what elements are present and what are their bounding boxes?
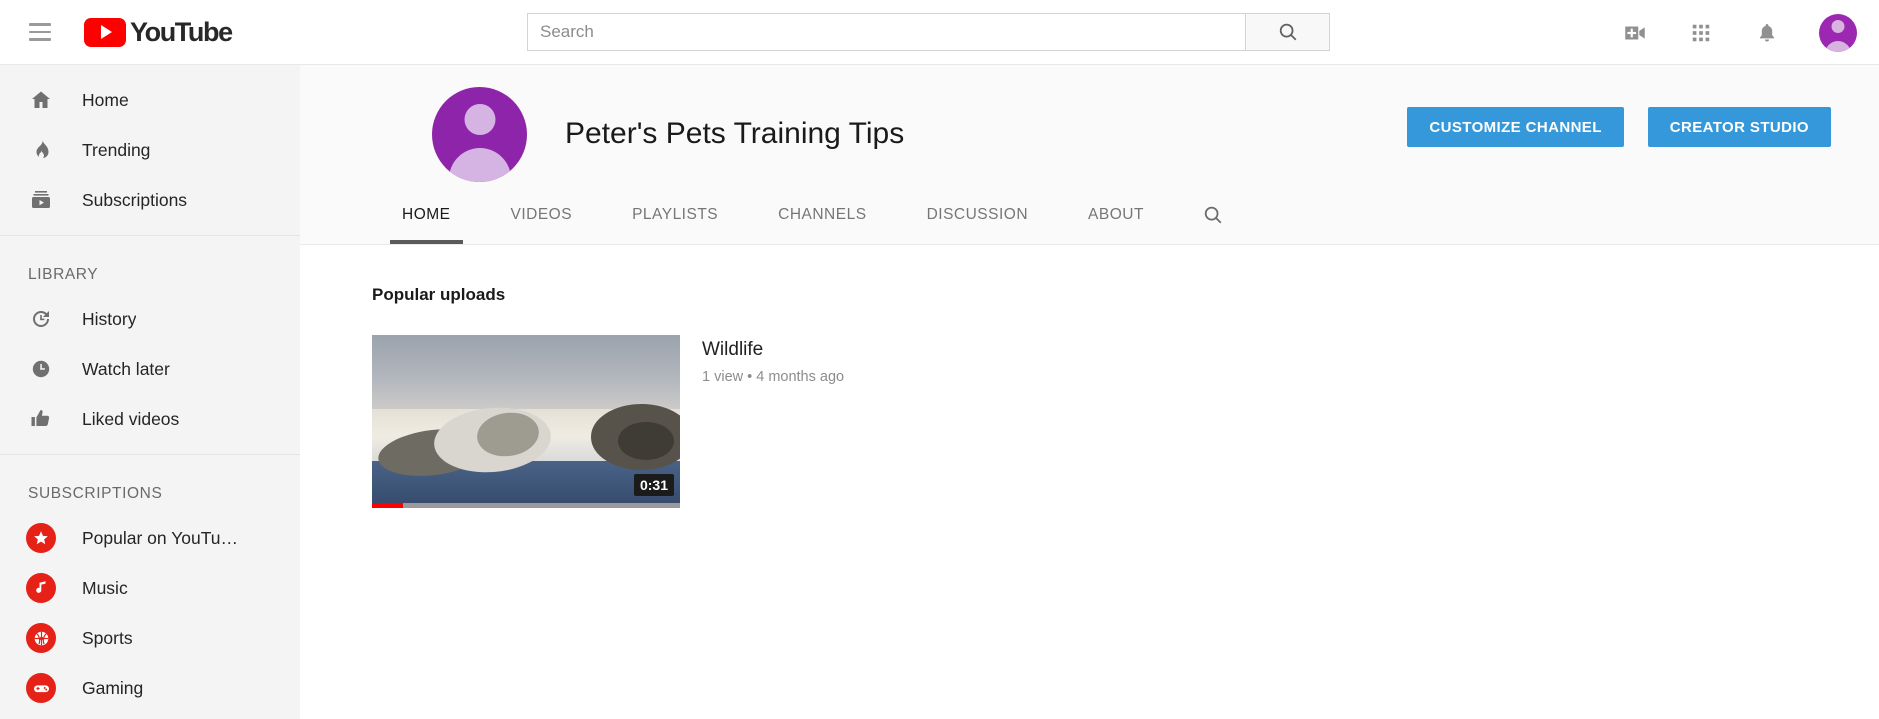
home-icon <box>28 88 54 112</box>
video-metadata: 1 view • 4 months ago <box>702 369 845 385</box>
sidebar-item-label: Gaming <box>82 677 144 698</box>
tab-channels[interactable]: CHANNELS <box>748 186 896 244</box>
sidebar-item-label: Trending <box>82 139 151 160</box>
tab-about[interactable]: ABOUT <box>1058 186 1174 244</box>
sidebar-item-label: Home <box>82 89 129 110</box>
music-note-icon <box>26 573 56 603</box>
basketball-icon <box>26 623 56 653</box>
tab-discussion[interactable]: DISCUSSION <box>897 186 1058 244</box>
thumbs-up-icon <box>28 407 54 431</box>
sidebar-item-subscriptions[interactable]: Subscriptions <box>0 175 300 225</box>
video-title[interactable]: Wildlife <box>702 339 844 361</box>
masthead: YouTube <box>0 0 1879 65</box>
video-list-item: 0:31 Wildlife 1 view • 4 months ago <box>372 335 1879 508</box>
watch-progress-track <box>372 503 680 508</box>
sidebar-item-popular-on-youtube[interactable]: Popular on YouTu… <box>0 513 300 563</box>
popular-uploads-shelf: Popular uploads 0:31 Wildlife 1 view • 4… <box>300 245 1879 508</box>
hamburger-menu-icon[interactable] <box>16 8 64 56</box>
sidebar-item-liked-videos[interactable]: Liked videos <box>0 394 300 444</box>
sidebar-item-music[interactable]: Music <box>0 563 300 613</box>
avatar-body <box>1825 40 1851 52</box>
search-bar <box>527 13 1330 51</box>
channel-avatar-music <box>26 573 56 603</box>
account-avatar[interactable] <box>1819 13 1857 52</box>
avatar-head <box>1831 19 1845 33</box>
apps-grid-icon[interactable] <box>1687 19 1715 47</box>
sidebar-library-title: LIBRARY <box>28 266 99 283</box>
subscriptions-icon <box>28 188 54 212</box>
search-icon <box>1204 206 1222 224</box>
channel-page: Peter's Pets Training Tips CUSTOMIZE CHA… <box>300 65 1879 719</box>
search-icon <box>1279 23 1296 41</box>
youtube-logo-text: YouTube <box>130 16 233 47</box>
channel-avatar-sports <box>26 623 56 653</box>
channel-action-buttons: CUSTOMIZE CHANNEL CREATOR STUDIO <box>1407 107 1831 147</box>
trending-flame-icon <box>28 138 54 162</box>
tab-playlists[interactable]: PLAYLISTS <box>602 186 748 244</box>
channel-avatar-gaming <box>26 673 56 703</box>
sidebar-library-group: LIBRARY History Watch later Liked videos <box>0 236 300 454</box>
sidebar-subscriptions-title: SUBSCRIPTIONS <box>28 485 163 502</box>
sidebar-item-label: Liked videos <box>82 408 180 429</box>
watch-progress-fill <box>372 503 403 508</box>
sidebar-subscriptions-group: SUBSCRIPTIONS Popular on YouTu… Music Sp… <box>0 455 300 719</box>
sidebar-item-label: Subscriptions <box>82 189 188 210</box>
sidebar-item-watch-later[interactable]: Watch later <box>0 344 300 394</box>
sidebar-item-label: Music <box>82 577 128 598</box>
history-icon <box>28 307 54 331</box>
thumbnail-sky <box>372 335 680 413</box>
sidebar-item-label: History <box>82 308 137 329</box>
sidebar-item-home[interactable]: Home <box>0 75 300 125</box>
notifications-bell-icon[interactable] <box>1753 19 1781 47</box>
sidebar-item-gaming[interactable]: Gaming <box>0 663 300 713</box>
channel-avatar[interactable] <box>432 86 527 182</box>
sidebar-item-label: Popular on YouTu… <box>82 527 238 548</box>
sidebar: Home Trending Subscriptions LIBRARY Hist… <box>0 65 300 719</box>
tab-home[interactable]: HOME <box>372 186 481 244</box>
sidebar-item-label: Watch later <box>82 358 170 379</box>
channel-search-button[interactable] <box>1174 186 1252 244</box>
search-submit-button[interactable] <box>1245 13 1330 51</box>
search-input[interactable] <box>527 13 1245 51</box>
gamepad-icon <box>26 673 56 703</box>
creator-studio-button[interactable]: CREATOR STUDIO <box>1647 107 1831 147</box>
clock-icon <box>28 357 54 381</box>
avatar-head <box>464 103 495 135</box>
video-duration-badge: 0:31 <box>633 474 674 496</box>
channel-header: Peter's Pets Training Tips CUSTOMIZE CHA… <box>300 65 1879 245</box>
avatar-body <box>448 147 511 182</box>
star-icon <box>26 523 56 553</box>
youtube-logo[interactable]: YouTube <box>84 16 233 48</box>
channel-tabs: HOME VIDEOS PLAYLISTS CHANNELS DISCUSSIO… <box>300 186 1879 244</box>
customize-channel-button[interactable]: CUSTOMIZE CHANNEL <box>1407 107 1624 147</box>
seal-right-head <box>618 421 674 460</box>
sidebar-item-trending[interactable]: Trending <box>0 125 300 175</box>
channel-title: Peter's Pets Training Tips <box>565 117 905 150</box>
sidebar-primary-group: Home Trending Subscriptions <box>0 65 300 235</box>
tab-videos[interactable]: VIDEOS <box>481 186 603 244</box>
sidebar-item-history[interactable]: History <box>0 294 300 344</box>
masthead-actions <box>1621 0 1857 65</box>
create-video-icon[interactable] <box>1621 19 1649 47</box>
sidebar-item-label: Sports <box>82 627 133 648</box>
shelf-title: Popular uploads <box>372 285 506 304</box>
youtube-play-icon <box>84 17 126 47</box>
channel-avatar-popular <box>26 523 56 553</box>
sidebar-item-sports[interactable]: Sports <box>0 613 300 663</box>
video-thumbnail[interactable]: 0:31 <box>372 335 680 508</box>
video-details: Wildlife 1 view • 4 months ago <box>702 335 844 508</box>
